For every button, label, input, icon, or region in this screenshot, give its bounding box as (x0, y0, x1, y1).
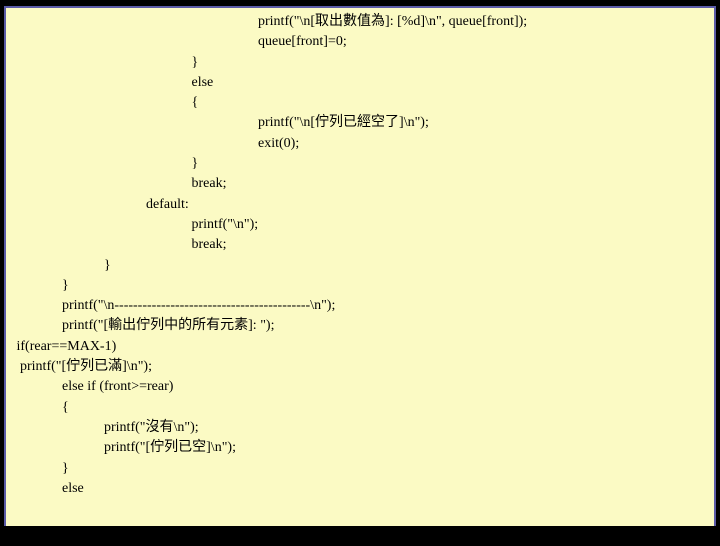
code-line: printf("\n------------------------------… (6, 296, 714, 316)
code-line: queue[front]=0; (6, 32, 714, 52)
code-line: { (6, 398, 714, 418)
code-line: exit(0); (6, 134, 714, 154)
code-line: else (6, 479, 714, 499)
code-line: printf("\n"); (6, 215, 714, 235)
code-line: printf("[佇列已空]\n"); (6, 438, 714, 458)
code-line: printf("\n[佇列已經空了]\n"); (6, 113, 714, 133)
code-line: if(rear==MAX-1) (6, 337, 714, 357)
code-line: } (6, 256, 714, 276)
code-line: } (6, 154, 714, 174)
code-line: break; (6, 174, 714, 194)
code-line: printf("[佇列已滿]\n"); (6, 357, 714, 377)
code-slide: printf("\n[取出數值為]: [%d]\n", queue[front]… (4, 6, 716, 526)
code-line: break; (6, 235, 714, 255)
code-line: else if (front>=rear) (6, 377, 714, 397)
code-line: printf("\n[取出數值為]: [%d]\n", queue[front]… (6, 12, 714, 32)
code-line: } (6, 459, 714, 479)
code-line: } (6, 276, 714, 296)
code-line: printf("[輸出佇列中的所有元素]: "); (6, 316, 714, 336)
code-line: { (6, 93, 714, 113)
code-line: default: (6, 195, 714, 215)
code-line: printf("沒有\n"); (6, 418, 714, 438)
code-line: else (6, 73, 714, 93)
code-line: } (6, 53, 714, 73)
